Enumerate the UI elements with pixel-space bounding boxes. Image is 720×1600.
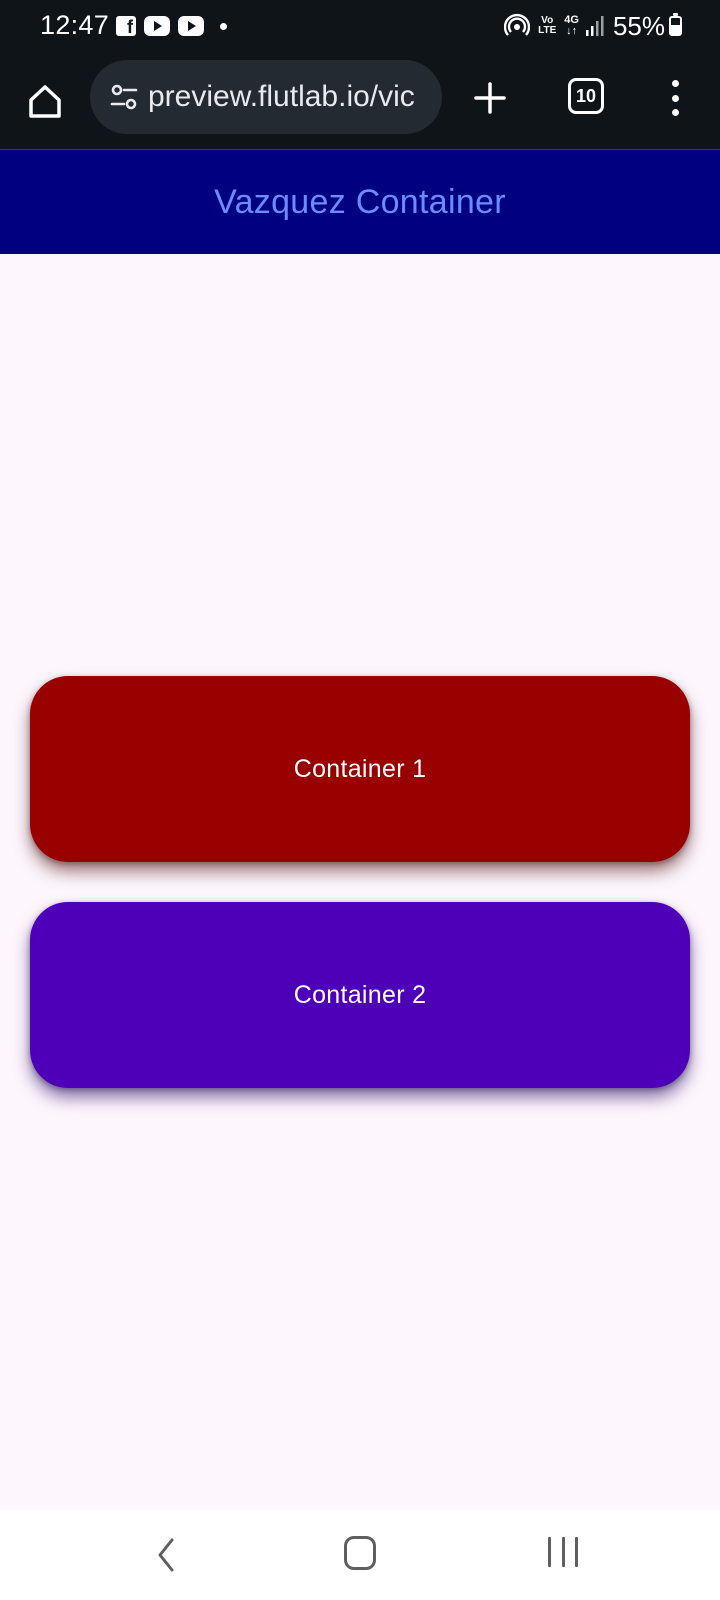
network-type-icon: 4G ↓↑: [564, 15, 579, 37]
volte-icon: Vo LTE: [538, 16, 556, 36]
container-1-label: Container 1: [293, 754, 427, 783]
system-navigation-bar: [0, 1510, 720, 1600]
container-2: Container 2: [30, 902, 690, 1088]
home-icon: [29, 85, 61, 118]
main-content: Container 1 Container 2: [0, 254, 720, 1510]
youtube-icon: [178, 16, 204, 36]
app-title: Vazquez Container: [214, 182, 506, 221]
plus-icon: [474, 82, 506, 114]
url-text[interactable]: preview.flutlab.io/vic: [148, 80, 415, 114]
status-time: 12:47: [40, 10, 110, 40]
notification-dot-icon: [220, 22, 227, 30]
volte-line-2: LTE: [538, 25, 557, 36]
facebook-icon: f: [116, 16, 136, 36]
recents-bar: [548, 1537, 551, 1567]
menu-dot: [671, 109, 679, 116]
battery-level-fill: [671, 25, 680, 34]
browser-home-button[interactable]: [22, 78, 68, 124]
recents-icon[interactable]: [548, 1537, 578, 1567]
menu-dot: [671, 94, 679, 102]
recents-bar: [561, 1537, 565, 1567]
data-arrows-icon: ↓↑: [566, 25, 578, 37]
youtube-icon: [144, 16, 170, 36]
browser-toolbar: preview.flutlab.io/vic 10: [0, 52, 720, 150]
back-icon[interactable]: [146, 1532, 186, 1578]
phone-screen: 12:47 f Vo LTE 4G ↓↑ 55% preview.flutlab…: [0, 0, 720, 1600]
container-2-label: Container 2: [293, 980, 427, 1009]
address-bar[interactable]: preview.flutlab.io/vic: [90, 60, 442, 134]
menu-dot: [671, 80, 679, 87]
home-button-icon[interactable]: [344, 1536, 376, 1570]
site-info-icon[interactable]: [104, 77, 144, 117]
battery-icon: [669, 13, 682, 36]
notification-icons: f: [116, 15, 227, 37]
container-1: Container 1: [30, 676, 690, 862]
app-bar: Vazquez Container: [0, 150, 720, 254]
new-tab-button[interactable]: [468, 76, 512, 120]
hotspot-icon: [504, 13, 531, 36]
battery-percent: 55%: [612, 10, 665, 41]
system-status-icons: Vo LTE 4G ↓↑ 55%: [504, 0, 720, 52]
tab-switcher-button[interactable]: 10: [568, 78, 604, 114]
signal-strength-icon: [585, 16, 604, 36]
more-vertical-icon[interactable]: [660, 76, 690, 120]
status-bar: 12:47 f Vo LTE 4G ↓↑ 55%: [0, 0, 720, 52]
recents-bar: [575, 1537, 578, 1567]
